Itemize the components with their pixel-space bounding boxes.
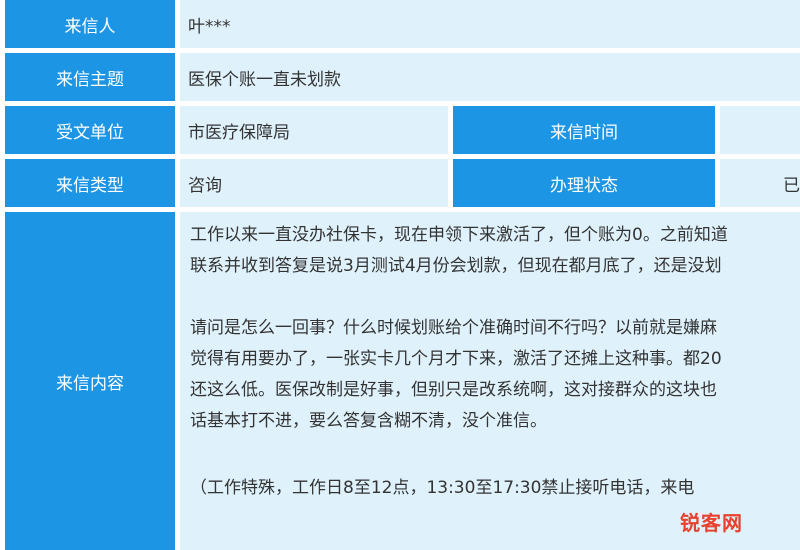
site-watermark: 锐客网 xyxy=(680,510,743,535)
unit-value: 市医疗保障局 xyxy=(180,106,448,154)
type-label: 来信类型 xyxy=(5,159,175,207)
unit-label: 受文单位 xyxy=(5,106,175,154)
content-blank-line xyxy=(190,437,800,473)
content-line: 话基本打不进，要么答复含糊不清，没个准信。 xyxy=(190,411,547,431)
subject-value: 医保个账一直未划款 xyxy=(180,53,800,101)
time-value xyxy=(720,106,800,154)
letter-detail-table: 来信人 叶*** 来信主题 医保个账一直未划款 受文单位 市医疗保障局 来信时间… xyxy=(0,0,800,550)
status-value: 已 xyxy=(720,159,800,207)
content-line: （工作特殊，工作日8至12点，13:30至17:30禁止接听电话，来电 xyxy=(190,478,695,498)
content-line: 觉得有用要办了，一张实卡几个月才下来，激活了还摊上这种事。都20 xyxy=(190,349,722,369)
sender-value: 叶*** xyxy=(180,0,800,48)
content-line: 还这么低。医保改制是好事，但别只是改系统啊，这对接群众的这块也 xyxy=(190,380,717,400)
content-label: 来信内容 xyxy=(5,212,175,550)
subject-label: 来信主题 xyxy=(5,53,175,101)
content-line: 工作以来一直没办社保卡，现在申领下来激活了，但个账为0。之前知道 xyxy=(190,225,728,245)
sender-label: 来信人 xyxy=(5,0,175,48)
time-label: 来信时间 xyxy=(453,106,715,154)
type-value: 咨询 xyxy=(180,159,448,207)
status-label: 办理状态 xyxy=(453,159,715,207)
content-blank-line xyxy=(190,282,800,313)
content-body: 工作以来一直没办社保卡，现在申领下来激活了，但个账为0。之前知道 联系并收到答复… xyxy=(180,212,800,550)
content-line: 请问是怎么一回事？什么时候划账给个准确时间不行吗？以前就是嫌麻 xyxy=(190,318,717,338)
content-line: 联系并收到答复是说3月测试4月份会划款，但现在都月底了，还是没划 xyxy=(190,256,722,276)
